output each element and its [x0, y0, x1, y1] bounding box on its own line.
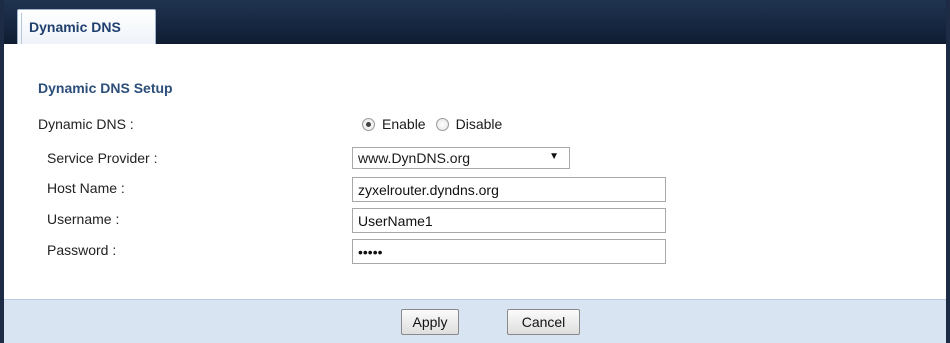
- apply-button[interactable]: Apply: [401, 309, 459, 335]
- host-name-label: Host Name :: [47, 180, 125, 196]
- footer-bar: Apply Cancel: [4, 299, 946, 343]
- disable-label[interactable]: Disable: [456, 116, 503, 132]
- password-label: Password :: [47, 242, 117, 258]
- username-input[interactable]: [352, 208, 666, 233]
- enable-radio[interactable]: [362, 117, 375, 131]
- username-label: Username :: [47, 211, 120, 227]
- cancel-button[interactable]: Cancel: [507, 309, 580, 335]
- section-title: Dynamic DNS Setup: [38, 80, 173, 96]
- dynamic-dns-form: Dynamic DNS Setup Dynamic DNS : Enable D…: [4, 44, 946, 299]
- enable-label[interactable]: Enable: [382, 116, 426, 132]
- dynamic-dns-label: Dynamic DNS :: [38, 116, 134, 132]
- service-provider-value: www.DynDNS.org: [358, 150, 471, 166]
- dynamic-dns-radio-group: Enable Disable: [362, 116, 512, 132]
- service-provider-label: Service Provider :: [47, 150, 158, 166]
- service-provider-select[interactable]: www.DynDNS.org ▼: [352, 147, 570, 169]
- disable-radio[interactable]: [435, 117, 449, 131]
- host-name-input[interactable]: [352, 177, 666, 202]
- password-input[interactable]: [352, 239, 666, 264]
- tab-bar: Dynamic DNS: [4, 0, 946, 44]
- tab-dynamic-dns[interactable]: Dynamic DNS: [17, 9, 156, 44]
- dropdown-arrow-icon: ▼: [549, 151, 559, 162]
- window-frame: Dynamic DNS Dynamic DNS Setup Dynamic DN…: [0, 0, 950, 343]
